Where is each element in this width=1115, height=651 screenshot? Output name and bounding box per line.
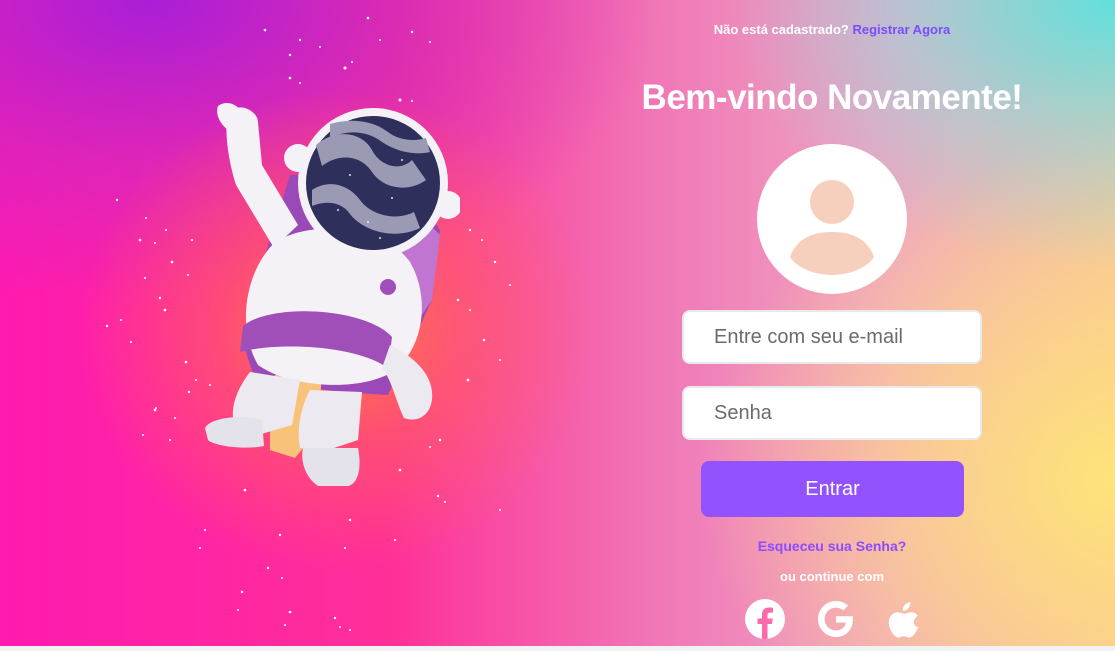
email-field[interactable]	[682, 310, 982, 364]
facebook-icon[interactable]	[744, 598, 786, 640]
password-field[interactable]	[682, 386, 982, 440]
continue-with-label: ou continue com	[780, 569, 884, 584]
register-now-link[interactable]: Registrar Agora	[852, 22, 950, 37]
avatar	[757, 144, 907, 294]
forgot-password-link[interactable]: Esqueceu sua Senha?	[682, 538, 982, 554]
astronaut-illustration	[205, 103, 460, 486]
login-button[interactable]: Entrar	[701, 461, 964, 517]
google-icon[interactable]	[815, 598, 857, 640]
login-page: Não está cadastrado? Registrar Agora Bem…	[0, 0, 1115, 651]
signup-row: Não está cadastrado? Registrar Agora	[620, 22, 1044, 37]
user-icon	[790, 180, 874, 275]
page-title: Bem-vindo Novamente!	[641, 78, 1023, 117]
apple-icon[interactable]	[883, 598, 925, 640]
signup-prompt: Não está cadastrado?	[713, 22, 849, 37]
